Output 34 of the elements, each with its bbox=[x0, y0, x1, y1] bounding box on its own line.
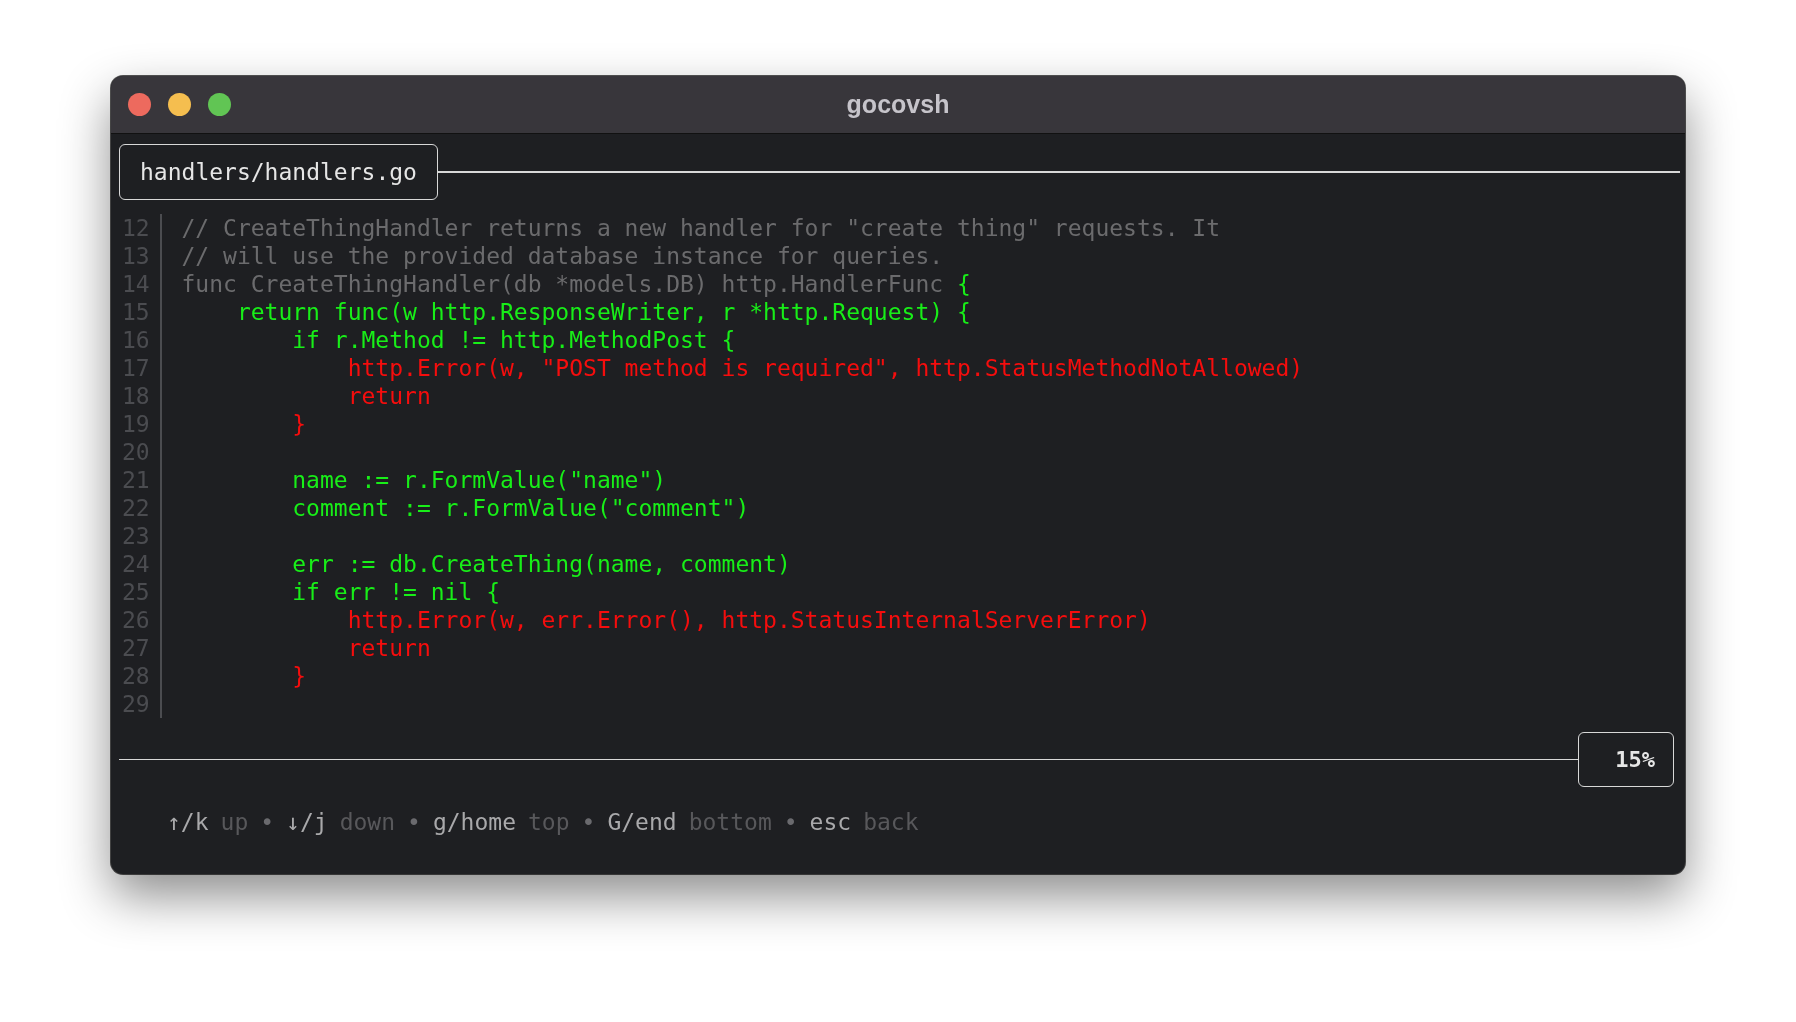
code-line: name := r.FormValue("name") bbox=[291, 466, 667, 494]
key-hint: G/end bbox=[607, 809, 677, 835]
separator-dot: • bbox=[783, 809, 798, 835]
minimize-button[interactable] bbox=[168, 93, 191, 116]
code-line: err := db.CreateThing(name, comment) bbox=[291, 550, 791, 578]
separator-dot: • bbox=[260, 809, 275, 835]
code-line: return bbox=[346, 382, 431, 410]
zoom-button[interactable] bbox=[208, 93, 231, 116]
close-button[interactable] bbox=[128, 93, 151, 116]
code-line: http.Error(w, "POST method is required", http.StatusMethodNotAllowed) bbox=[346, 354, 1304, 382]
separator-dot: • bbox=[407, 809, 421, 835]
key-hint: ↑/k bbox=[167, 809, 209, 835]
code-line: if r.Method != http.MethodPost { bbox=[291, 326, 736, 354]
key-action: down bbox=[339, 809, 396, 835]
code-line: // will use the provided database instance for queries. bbox=[181, 242, 944, 270]
code-line: http.Error(w, err.Error(), http.StatusInternalServerError) bbox=[346, 606, 1151, 634]
key-hint: esc bbox=[809, 809, 852, 835]
code-line: return func(w http.ResponseWriter, r *http.Request) { bbox=[235, 298, 971, 326]
key-hint: g/home bbox=[432, 809, 516, 835]
code-line: } bbox=[291, 410, 307, 438]
key-action: up bbox=[220, 809, 249, 835]
code-line: func CreateThingHandler(db *models.DB) http.HandlerFunc { bbox=[181, 270, 971, 298]
window-title: gocovsh bbox=[846, 90, 950, 119]
key-action: back bbox=[863, 809, 919, 835]
code-line: } bbox=[291, 662, 307, 690]
key-action: top bbox=[528, 809, 570, 835]
scroll-percent-badge: 15% bbox=[1578, 732, 1674, 787]
separator-dot: • bbox=[581, 809, 596, 835]
code-line: comment := r.FormValue("comment") bbox=[291, 494, 750, 522]
code-line: // CreateThingHandler returns a new handler for "create thing" requests. It bbox=[181, 214, 1221, 242]
code-line: if err != nil { bbox=[291, 578, 500, 606]
key-action: bottom bbox=[688, 809, 772, 835]
key-hint: ↓/j bbox=[286, 809, 328, 835]
code-line: return bbox=[346, 634, 431, 662]
